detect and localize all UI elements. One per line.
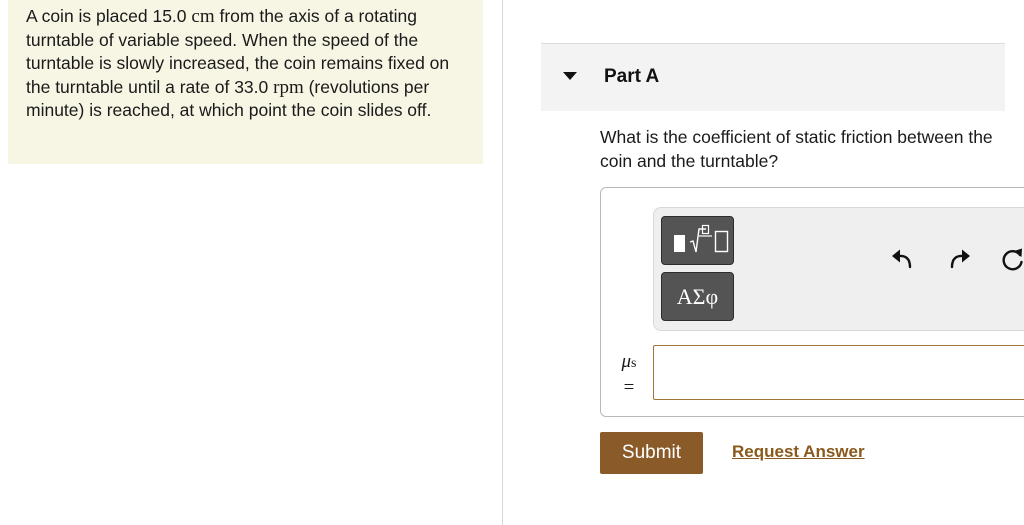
unit-rpm: rpm <box>273 76 304 98</box>
templates-button[interactable] <box>661 216 734 265</box>
part-title: Part A <box>604 66 660 87</box>
equals-sign: = <box>623 377 635 398</box>
request-answer-link[interactable]: Request Answer <box>732 442 865 462</box>
unit-cm: cm <box>191 6 215 27</box>
undo-icon[interactable] <box>890 246 916 272</box>
fraction-sqrt-template-icon <box>674 224 729 253</box>
problem-statement: A coin is placed 15.0 cm from the axis o… <box>8 0 483 164</box>
variable-label: μs = <box>617 350 641 400</box>
collapse-caret-icon[interactable] <box>563 72 577 80</box>
answer-input[interactable] <box>653 345 1024 400</box>
question-text: What is the coefficient of static fricti… <box>600 127 993 171</box>
problem-text-1: A coin is placed 15.0 <box>26 6 192 26</box>
submit-button[interactable]: Submit <box>600 432 703 474</box>
greek-symbols-button[interactable]: ΑΣφ <box>661 272 734 321</box>
redo-icon[interactable] <box>946 246 972 272</box>
mu-symbol: μ <box>621 351 632 372</box>
page: A coin is placed 15.0 cm from the axis o… <box>0 0 1024 525</box>
part-a-header[interactable]: Part A <box>541 43 1005 111</box>
panel-divider <box>502 0 503 525</box>
reset-icon[interactable] <box>1000 246 1024 272</box>
mu-subscript: s <box>631 356 637 371</box>
math-toolbar: ΑΣφ <box>653 207 1024 331</box>
answer-box: ΑΣφ μs = <box>600 187 1024 417</box>
